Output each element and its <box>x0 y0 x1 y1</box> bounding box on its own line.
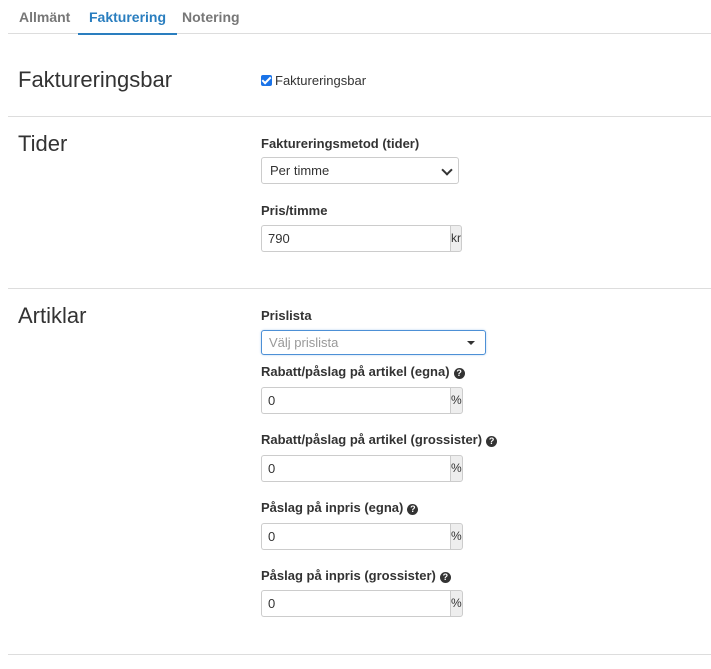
tab-allmant[interactable]: Allmänt <box>8 0 81 34</box>
billing-method-value: Per timme <box>270 163 330 178</box>
price-per-hour-input[interactable] <box>261 225 450 252</box>
section-title-artiklar: Artiklar <box>18 303 87 328</box>
markup-own-input[interactable] <box>261 523 450 550</box>
question-circle-icon[interactable]: ? <box>486 436 498 447</box>
field-label: Rabatt/påslag på artikel (grossister)? <box>261 432 498 448</box>
question-circle-icon[interactable]: ? <box>453 368 465 379</box>
percent-addon: % <box>450 523 463 550</box>
field-label: Påslag på inpris (egna)? <box>261 500 419 516</box>
field-label-text: Påslag på inpris (egna) <box>261 500 404 515</box>
section-divider <box>8 288 711 289</box>
field-group: % <box>261 523 463 550</box>
section-divider <box>8 116 711 117</box>
question-circle-icon[interactable]: ? <box>439 572 451 583</box>
price-per-hour-label: Pris/timme <box>261 203 328 218</box>
field-label: Påslag på inpris (grossister)? <box>261 568 451 584</box>
tab-notering[interactable]: Notering <box>171 0 251 34</box>
field-label-text: Påslag på inpris (grossister) <box>261 568 436 583</box>
markup-wholesaler-input[interactable] <box>261 590 450 617</box>
field-label-text: Rabatt/påslag på artikel (grossister) <box>261 432 483 447</box>
field-label-text: Rabatt/påslag på artikel (egna) <box>261 364 450 379</box>
faktureringsbar-checkbox[interactable] <box>261 74 272 86</box>
faktureringsbar-checkbox-row[interactable]: Faktureringsbar <box>261 72 366 88</box>
price-unit-addon: kr <box>450 225 462 252</box>
percent-addon: % <box>450 590 463 617</box>
field-group: % <box>261 455 463 482</box>
pricelist-placeholder: Välj prislista <box>269 335 339 350</box>
caret-down-icon <box>467 341 475 345</box>
discount-own-input[interactable] <box>261 387 450 414</box>
percent-addon: % <box>450 387 463 414</box>
field-group: % <box>261 590 463 617</box>
faktureringsbar-checkbox-label[interactable]: Faktureringsbar <box>275 73 366 88</box>
field-label: Rabatt/påslag på artikel (egna)? <box>261 364 465 380</box>
field-group: % <box>261 387 463 414</box>
percent-addon: % <box>450 455 463 482</box>
billing-method-select[interactable]: Per timme <box>261 157 459 184</box>
tab-fakturering[interactable]: Fakturering <box>78 0 178 35</box>
price-per-hour-group: kr <box>261 225 462 252</box>
tab-bar: Allmänt Fakturering Notering <box>8 0 711 35</box>
chevron-down-icon <box>441 164 453 176</box>
billing-method-label: Faktureringsmetod (tider) <box>261 136 420 151</box>
pricelist-select[interactable]: Välj prislista <box>261 330 486 355</box>
section-title-tider: Tider <box>18 131 68 156</box>
discount-wholesaler-input[interactable] <box>261 455 450 482</box>
section-divider <box>8 654 711 655</box>
question-circle-icon[interactable]: ? <box>407 504 419 515</box>
section-title-faktureringsbar: Faktureringsbar <box>18 67 173 92</box>
pricelist-label: Prislista <box>261 308 312 323</box>
